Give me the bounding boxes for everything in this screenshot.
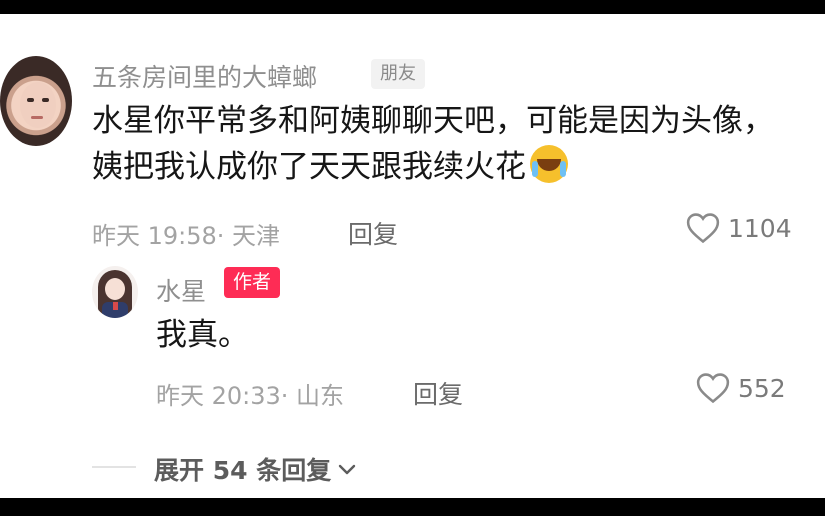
comment-location: · 天津 [216, 222, 281, 250]
expand-replies-label: 展开 54 条回复 [154, 456, 332, 485]
avatar-face [105, 278, 125, 300]
friend-badge: 朋友 [371, 59, 425, 89]
commenter-username[interactable]: 五条房间里的大蟑螂 [92, 58, 317, 94]
avatar-face [20, 82, 56, 128]
reply-time: 昨天 20:33 [156, 382, 281, 410]
expand-replies-button[interactable]: 展开 54 条回复 [154, 451, 357, 487]
reply-like-count: 552 [738, 373, 786, 403]
comment-timestamp: 昨天 19:58· 天津 [92, 216, 280, 251]
reply-like-button[interactable]: 552 [696, 372, 786, 404]
reply-timestamp: 昨天 20:33· 山东 [156, 376, 344, 411]
comment-time: 昨天 19:58 [92, 222, 217, 250]
comment-text-line-2: 姨把我认成你了天天跟我续火花 [92, 144, 822, 190]
avatar-tie [113, 302, 118, 310]
commenter-avatar[interactable] [0, 56, 72, 146]
comment-panel: 五条房间里的大蟑螂 朋友 水星你平常多和阿姨聊聊天吧，可能是因为头像， 姨把我认… [0, 14, 825, 498]
author-avatar[interactable] [92, 266, 138, 318]
comment-like-button[interactable]: 1104 [686, 212, 792, 244]
reply-reply-button[interactable]: 回复 [413, 375, 463, 411]
heart-icon [696, 373, 730, 404]
heart-icon [686, 213, 720, 244]
reply-text: 我真。 [156, 317, 249, 353]
comment-text-line-1: 水星你平常多和阿姨聊聊天吧，可能是因为头像， [92, 103, 774, 139]
comment-like-count: 1104 [728, 213, 792, 243]
avatar-mouth [31, 116, 43, 119]
comment-text-line-2-content: 姨把我认成你了天天跟我续火花 [92, 149, 526, 185]
comment-text: 水星你平常多和阿姨聊聊天吧，可能是因为头像， 姨把我认成你了天天跟我续火花 [92, 98, 822, 190]
expand-divider [92, 466, 136, 468]
comment-reply-button[interactable]: 回复 [348, 215, 398, 251]
author-username[interactable]: 水星 [156, 272, 206, 308]
reply-location: · 山东 [280, 382, 345, 410]
chevron-down-icon [339, 464, 356, 475]
avatar-eye-right [42, 98, 49, 102]
sob-icon [530, 145, 568, 183]
author-badge: 作者 [224, 267, 281, 298]
avatar-eye-left [27, 98, 34, 102]
